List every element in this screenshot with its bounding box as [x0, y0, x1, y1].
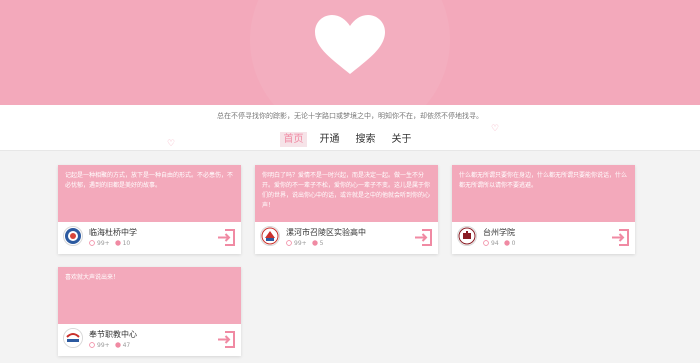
- confession-card[interactable]: 什么都无所谓只要你在身边，什么都无所谓只要能你说话，什么都无所谓所以请你不要逃避…: [452, 165, 635, 254]
- comment-count: 10: [122, 240, 131, 247]
- like-count: 94: [491, 240, 499, 247]
- tagline: 总在不停寻找你的踪影，无论十字路口或梦境之中，明知你不在，却依然不停地找寻。: [217, 112, 483, 120]
- comment-icon: [114, 240, 121, 246]
- school-name: 台州学院: [483, 228, 515, 237]
- card-stats: 94 0: [483, 240, 518, 247]
- school-emblem-icon: [260, 226, 280, 246]
- card-message-area: 喜欢就大声说出来！: [58, 267, 241, 324]
- comment-count: 47: [122, 342, 131, 349]
- like-icon: [483, 240, 489, 246]
- enter-icon[interactable]: [217, 330, 236, 349]
- comment-icon: [503, 240, 510, 246]
- card-message: 喜欢就大声说出来！: [65, 274, 120, 281]
- card-message-area: 什么都无所谓只要你在身边，什么都无所谓只要能你说话，什么都无所谓所以请你不要逃避…: [452, 165, 635, 222]
- floating-heart-icon: ♡: [491, 124, 500, 134]
- school-emblem-icon: [63, 226, 83, 246]
- card-message: 什么都无所谓只要你在身边，什么都无所谓只要能你说话，什么都无所谓所以请你不要逃避…: [459, 172, 628, 189]
- card-stats: 99+ 10: [89, 240, 133, 247]
- school-name: 临海杜桥中学: [89, 228, 137, 237]
- like-count: 99+: [294, 240, 307, 247]
- like-icon: [286, 240, 292, 246]
- comment-count: 5: [319, 240, 324, 247]
- tab-about[interactable]: 关于: [388, 132, 415, 147]
- confession-card[interactable]: 记起是一种相聚的方式，放下是一种自由的形式。不必患伤，不必忧郁，遇到的旧都是美好…: [58, 165, 241, 254]
- school-logo-icon: [63, 328, 83, 348]
- school-name: 漯河市召陵区实验高中: [286, 228, 366, 237]
- school-emblem-icon: [457, 226, 477, 246]
- school-name: 奉节职教中心: [89, 330, 137, 339]
- comment-count: 0: [511, 240, 516, 247]
- card-message: 你明白了吗？爱情不是一时兴起，而是决定一起。做一生不分开。爱你的不一辈子不松，爱…: [262, 172, 431, 209]
- comment-icon: [311, 240, 318, 246]
- nav-bar: 首页 开通 搜索 关于: [0, 129, 700, 151]
- card-stats: 99+ 47: [89, 342, 133, 349]
- tab-search[interactable]: 搜索: [352, 132, 379, 147]
- confession-card[interactable]: 喜欢就大声说出来！ 奉节职教中心 99+ 47: [58, 267, 241, 356]
- like-icon: [89, 342, 95, 348]
- confession-card[interactable]: 你明白了吗？爱情不是一时兴起，而是决定一起。做一生不分开。爱你的不一辈子不松，爱…: [255, 165, 438, 254]
- floating-heart-icon: ♡: [167, 139, 176, 149]
- card-message: 记起是一种相聚的方式，放下是一种自由的形式。不必患伤，不必忧郁，遇到的旧都是美好…: [65, 172, 234, 189]
- card-message-area: 你明白了吗？爱情不是一时兴起，而是决定一起。做一生不分开。爱你的不一辈子不松，爱…: [255, 165, 438, 222]
- card-stats: 99+ 5: [286, 240, 326, 247]
- hero-banner: [0, 0, 700, 105]
- tab-open[interactable]: 开通: [316, 132, 343, 147]
- like-count: 99+: [97, 240, 110, 247]
- like-icon: [89, 240, 95, 246]
- enter-icon[interactable]: [217, 228, 236, 247]
- comment-icon: [114, 342, 121, 348]
- card-message-area: 记起是一种相聚的方式，放下是一种自由的形式。不必患伤，不必忧郁，遇到的旧都是美好…: [58, 165, 241, 222]
- heart-icon: [315, 15, 385, 74]
- enter-icon[interactable]: [611, 228, 630, 247]
- like-count: 99+: [97, 342, 110, 349]
- tab-home[interactable]: 首页: [280, 132, 307, 147]
- enter-icon[interactable]: [414, 228, 433, 247]
